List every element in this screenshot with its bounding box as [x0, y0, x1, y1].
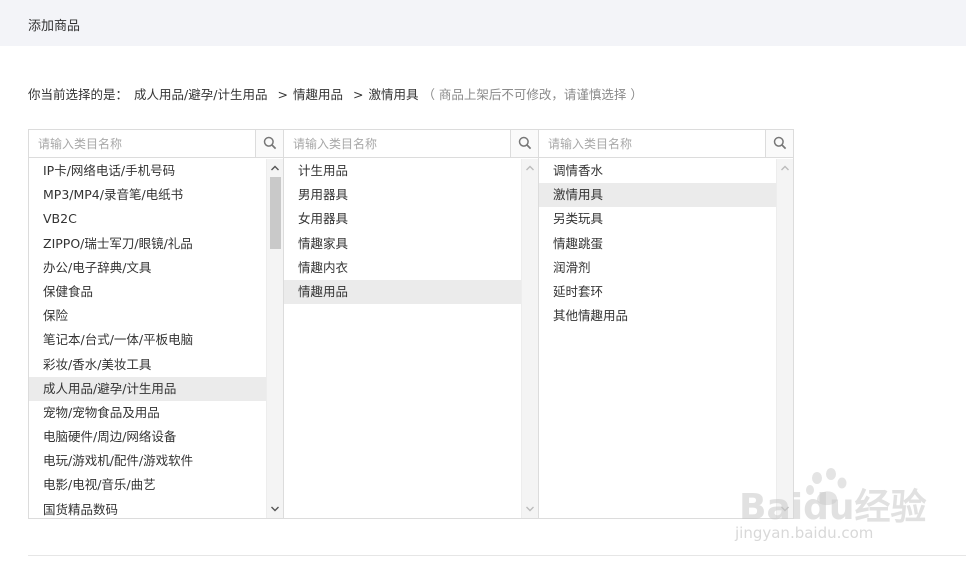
category-list: IP卡/网络电话/手机号码 MP3/MP4/录音笔/电纸书 VB2C ZIPPO…: [29, 159, 283, 518]
page-title: 添加商品: [28, 19, 81, 34]
category-item[interactable]: MP3/MP4/录音笔/电纸书: [29, 183, 267, 207]
category-item-selected[interactable]: 成人用品/避孕/计生用品: [29, 376, 267, 401]
watermark-url: jingyan.baidu.com: [735, 524, 874, 542]
category-item[interactable]: 延时套环: [539, 280, 777, 304]
category-item[interactable]: 调情香水: [539, 159, 777, 183]
search-icon: [773, 136, 787, 150]
scrollbar[interactable]: [521, 159, 538, 518]
chevron-up-icon: [781, 165, 789, 171]
category-item[interactable]: 另类玩具: [539, 207, 777, 231]
category-search-input[interactable]: [539, 130, 765, 157]
search-button[interactable]: [255, 130, 283, 157]
selection-crumb: 情趣用品: [292, 87, 343, 102]
category-search-bar: [29, 130, 283, 158]
chevron-up-icon: [271, 165, 279, 171]
category-item[interactable]: 电影/电视/音乐/曲艺: [29, 473, 267, 497]
category-item[interactable]: 保健食品: [29, 280, 267, 304]
category-item[interactable]: 电玩/游戏机/配件/游戏软件: [29, 449, 267, 473]
chevron-down-icon: [526, 506, 534, 512]
search-button[interactable]: [510, 130, 538, 157]
selection-crumb: 激情用具: [368, 87, 419, 102]
paw-icon: [806, 468, 847, 506]
category-item[interactable]: 润滑剂: [539, 256, 777, 280]
chevron-down-icon: [781, 506, 789, 512]
category-search-input[interactable]: [29, 130, 255, 157]
category-item[interactable]: 办公/电子辞典/文具: [29, 256, 267, 280]
chevron-down-icon: [271, 506, 279, 512]
category-item[interactable]: 情趣内衣: [284, 256, 522, 280]
category-search-bar: [284, 130, 538, 158]
scroll-up-button[interactable]: [777, 161, 793, 175]
category-panel-level-1: IP卡/网络电话/手机号码 MP3/MP4/录音笔/电纸书 VB2C ZIPPO…: [28, 129, 284, 519]
scroll-up-button[interactable]: [522, 161, 538, 175]
category-item[interactable]: 彩妆/香水/美妆工具: [29, 353, 267, 377]
scroll-thumb[interactable]: [270, 177, 281, 249]
category-item[interactable]: 保险: [29, 304, 267, 328]
category-item[interactable]: ZIPPO/瑞士军刀/眼镜/礼品: [29, 232, 267, 256]
search-icon: [518, 136, 532, 150]
selection-path: 你当前选择的是： 成人用品/避孕/计生用品 > 情趣用品 > 激情用具（ 商品上架后不可修…: [28, 84, 643, 103]
category-item[interactable]: 电脑硬件/周边/网络设备: [29, 425, 267, 449]
category-panel-level-2: 计生用品 男用器具 女用器具 情趣家具 情趣内衣 情趣用品: [283, 129, 539, 519]
selection-prefix: 你当前选择的是：: [28, 87, 129, 102]
selection-crumb: 成人用品/避孕/计生用品: [134, 87, 268, 102]
selection-hint: （ 商品上架后不可修改，请谨慎选择 ）: [422, 87, 643, 102]
category-search-input[interactable]: [284, 130, 510, 157]
category-item[interactable]: 笔记本/台式/一体/平板电脑: [29, 328, 267, 352]
search-icon: [263, 136, 277, 150]
bottom-divider: [28, 555, 966, 556]
search-button[interactable]: [765, 130, 793, 157]
scrollbar[interactable]: [266, 159, 283, 518]
category-search-bar: [539, 130, 793, 158]
scroll-up-button[interactable]: [267, 161, 283, 175]
scroll-down-button[interactable]: [522, 502, 538, 516]
category-panel-level-3: 调情香水 激情用具 另类玩具 情趣跳蛋 润滑剂 延时套环 其他情趣用品: [538, 129, 794, 519]
category-list: 计生用品 男用器具 女用器具 情趣家具 情趣内衣 情趣用品: [284, 159, 538, 518]
category-item[interactable]: 女用器具: [284, 207, 522, 231]
page-header: 添加商品: [0, 0, 966, 46]
selection-separator: >: [352, 87, 364, 102]
category-list: 调情香水 激情用具 另类玩具 情趣跳蛋 润滑剂 延时套环 其他情趣用品: [539, 159, 793, 518]
scroll-down-button[interactable]: [777, 502, 793, 516]
category-item[interactable]: IP卡/网络电话/手机号码: [29, 159, 267, 183]
selection-separator: >: [277, 87, 288, 102]
category-item[interactable]: 情趣家具: [284, 232, 522, 256]
scroll-down-button[interactable]: [267, 502, 283, 516]
category-item[interactable]: 其他情趣用品: [539, 304, 777, 328]
category-item[interactable]: 国货精品数码: [29, 498, 267, 518]
category-item[interactable]: VB2C: [29, 207, 267, 231]
category-item[interactable]: 男用器具: [284, 183, 522, 207]
category-item-selected[interactable]: 情趣用品: [284, 279, 522, 305]
scrollbar[interactable]: [776, 159, 793, 518]
chevron-up-icon: [526, 165, 534, 171]
category-item[interactable]: 情趣跳蛋: [539, 232, 777, 256]
category-item-selected[interactable]: 激情用具: [539, 183, 777, 208]
category-item[interactable]: 计生用品: [284, 159, 522, 183]
category-item[interactable]: 宠物/宠物食品及用品: [29, 401, 267, 425]
